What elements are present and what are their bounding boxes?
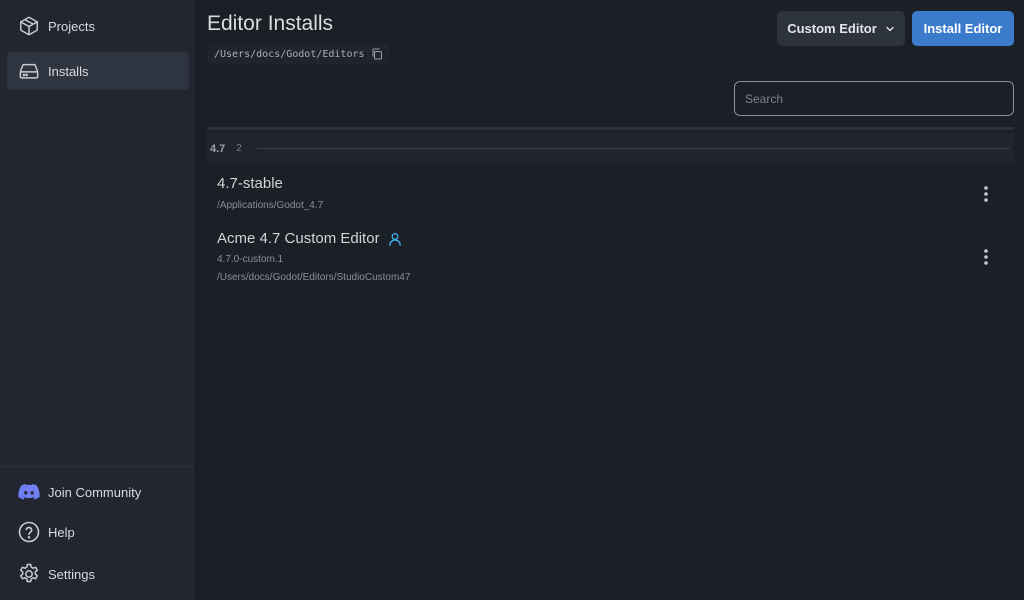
install-path: /Users/docs/Godot/Editors/StudioCustom47 — [217, 272, 411, 283]
custom-build-user-icon — [388, 232, 402, 246]
discord-icon — [17, 480, 41, 504]
settings-link[interactable]: Settings — [17, 561, 95, 587]
join-community-label: Join Community — [48, 484, 142, 500]
custom-editor-label: Custom Editor — [787, 21, 877, 36]
help-label: Help — [48, 524, 75, 540]
help-icon — [17, 520, 41, 544]
sidebar-item-label: Installs — [48, 63, 89, 79]
more-options-icon[interactable] — [977, 246, 995, 268]
install-version-text: 4.7.0-custom.1 — [217, 254, 284, 265]
group-rule — [256, 148, 1010, 149]
chevron-down-icon — [885, 24, 895, 34]
drive-icon — [18, 60, 40, 82]
install-path: /Applications/Godot_4.7 — [217, 200, 324, 211]
install-name: Acme 4.7 Custom Editor — [217, 230, 402, 247]
copy-icon[interactable] — [371, 48, 383, 60]
settings-label: Settings — [48, 566, 95, 582]
help-link[interactable]: Help — [17, 519, 75, 545]
sidebar-item-label: Projects — [48, 18, 95, 34]
sidebar-item-projects[interactable]: Projects — [7, 7, 189, 45]
cube-icon — [18, 15, 40, 37]
install-name: 4.7-stable — [217, 175, 283, 192]
search-input[interactable] — [734, 81, 1014, 116]
group-version: 4.7 — [210, 142, 226, 155]
custom-editor-button[interactable]: Custom Editor — [777, 11, 905, 46]
install-editor-button[interactable]: Install Editor — [912, 11, 1014, 46]
page-title: Editor Installs — [207, 12, 334, 35]
sidebar: Projects Installs Join Community Help Se… — [0, 0, 194, 600]
editors-path-chip[interactable]: /Users/docs/Godot/Editors — [208, 44, 389, 64]
editors-path-text: /Users/docs/Godot/Editors — [214, 48, 365, 60]
sidebar-item-installs[interactable]: Installs — [7, 52, 189, 90]
group-separator — [207, 127, 1014, 130]
install-editor-label: Install Editor — [923, 21, 1003, 36]
gear-icon — [17, 562, 41, 586]
version-group-header: 4.7 2 — [207, 133, 1014, 164]
group-count: 2 — [236, 143, 242, 154]
more-options-icon[interactable] — [977, 183, 995, 205]
join-community-link[interactable]: Join Community — [17, 479, 141, 505]
sidebar-divider — [0, 466, 194, 467]
